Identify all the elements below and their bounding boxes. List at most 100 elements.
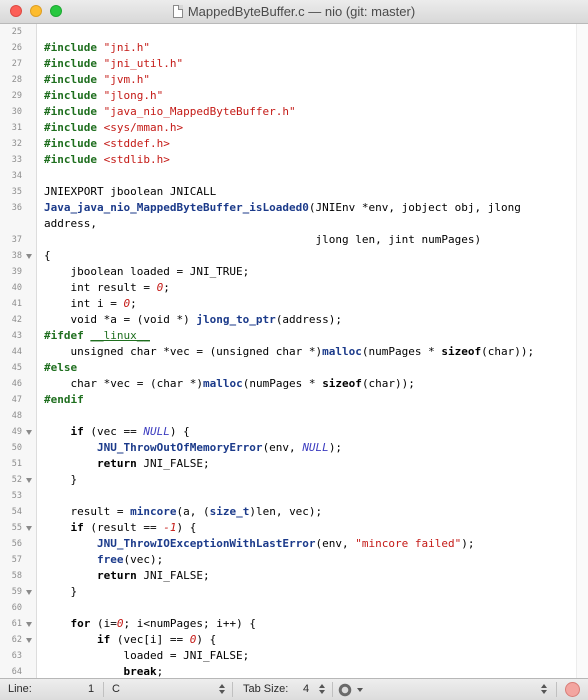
code-line[interactable]: 56 JNU_ThrowIOExceptionWithLastError(env… — [0, 536, 588, 552]
code-line[interactable]: 37 jlong len, jint numPages) — [0, 232, 588, 248]
code-line[interactable]: 40 int result = 0; — [0, 280, 588, 296]
line-number: 50 — [11, 443, 22, 453]
line-number: 34 — [11, 171, 22, 181]
code-line[interactable]: 61 for (i=0; i<numPages; i++) { — [0, 616, 588, 632]
line-number: 48 — [11, 411, 22, 421]
code-line[interactable]: 41 int i = 0; — [0, 296, 588, 312]
fold-triangle-icon[interactable] — [26, 430, 32, 435]
code-text: JNU_ThrowOutOfMemoryError(env, NULL); — [96, 441, 343, 454]
code-line[interactable]: address, — [0, 216, 588, 232]
tab-size-stepper-icon[interactable] — [318, 683, 326, 696]
record-icon[interactable] — [565, 682, 580, 697]
code-text: { — [44, 249, 51, 262]
code-line[interactable]: 32 #include <stddef.h> — [0, 136, 588, 152]
line-number: 41 — [11, 299, 22, 309]
line-number: 30 — [11, 107, 22, 117]
code-line[interactable]: 46 char *vec = (char *)malloc(numPages *… — [0, 376, 588, 392]
code-line[interactable]: 53 — [0, 488, 588, 504]
window-title-area: MappedByteBuffer.c — nio (git: master) — [0, 4, 588, 19]
divider — [232, 682, 233, 697]
code-line[interactable]: 35 JNIEXPORT jboolean JNICALL — [0, 184, 588, 200]
code-line[interactable]: 59 } — [0, 584, 588, 600]
code-line[interactable]: 29 #include "jlong.h" — [0, 88, 588, 104]
code-line[interactable]: 27 #include "jni_util.h" — [0, 56, 588, 72]
fold-triangle-icon[interactable] — [26, 638, 32, 643]
fold-triangle-icon[interactable] — [26, 526, 32, 531]
fold-triangle-icon[interactable] — [26, 622, 32, 627]
code-text: break; — [123, 665, 164, 678]
fold-triangle-icon[interactable] — [26, 590, 32, 595]
code-line[interactable]: 43 #ifdef __linux__ — [0, 328, 588, 344]
line-number: 53 — [11, 491, 22, 501]
code-line[interactable]: 31 #include <sys/mman.h> — [0, 120, 588, 136]
gear-icon[interactable] — [337, 682, 353, 698]
code-text: unsigned char *vec = (unsigned char *)ma… — [44, 345, 535, 358]
code-line[interactable]: 47 #endif — [0, 392, 588, 408]
language-stepper-icon[interactable] — [218, 683, 226, 696]
vertical-scrollbar[interactable] — [576, 24, 588, 678]
code-line[interactable]: 50 JNU_ThrowOutOfMemoryError(env, NULL); — [0, 440, 588, 456]
line-number: 27 — [11, 59, 22, 69]
code-text: int i = 0; — [44, 297, 137, 310]
line-number: 56 — [11, 539, 22, 549]
line-number: 61 — [11, 619, 22, 629]
code-text: #include "jvm.h" — [44, 73, 150, 86]
window-title: MappedByteBuffer.c — nio (git: master) — [187, 4, 416, 19]
code-line[interactable]: 52 } — [0, 472, 588, 488]
code-text: #include <sys/mman.h> — [44, 121, 184, 134]
line-number: 55 — [11, 523, 22, 533]
tab-size-label: Tab Size: — [243, 683, 289, 695]
code-line[interactable]: 44 unsigned char *vec = (unsigned char *… — [0, 344, 588, 360]
code-line[interactable]: 39 jboolean loaded = JNI_TRUE; — [0, 264, 588, 280]
code-line[interactable]: 62 if (vec[i] == 0) { — [0, 632, 588, 648]
code-line[interactable]: 64 break; — [0, 664, 588, 678]
line-number: 28 — [11, 75, 22, 85]
code-line[interactable]: 49 if (vec == NULL) { — [0, 424, 588, 440]
code-line[interactable]: 38 { — [0, 248, 588, 264]
divider — [103, 682, 104, 697]
code-line[interactable]: 45 #else — [0, 360, 588, 376]
code-line[interactable]: 28 #include "jvm.h" — [0, 72, 588, 88]
code-line[interactable]: 55 if (result == -1) { — [0, 520, 588, 536]
code-line[interactable]: 54 result = mincore(a, (size_t)len, vec)… — [0, 504, 588, 520]
code-line[interactable]: 36 Java_java_nio_MappedByteBuffer_isLoade… — [0, 200, 588, 216]
code-line[interactable]: 51 return JNI_FALSE; — [0, 456, 588, 472]
code-text: #include "java_nio_MappedByteBuffer.h" — [44, 105, 296, 118]
code-text: if (vec[i] == 0) { — [96, 633, 217, 646]
code-text: for (i=0; i<numPages; i++) { — [70, 617, 256, 630]
code-line[interactable]: 63 loaded = JNI_FALSE; — [0, 648, 588, 664]
code-line[interactable]: 42 void *a = (void *) jlong_to_ptr(addre… — [0, 312, 588, 328]
code-text: } — [44, 585, 78, 598]
title-bar: MappedByteBuffer.c — nio (git: master) — [0, 0, 588, 24]
line-number: 49 — [11, 427, 22, 437]
code-line[interactable]: 57 free(vec); — [0, 552, 588, 568]
line-number: 25 — [11, 27, 22, 37]
code-line[interactable]: 48 — [0, 408, 588, 424]
line-number-value[interactable]: 1 — [88, 683, 94, 695]
code-line[interactable]: 25 — [0, 24, 588, 40]
line-number: 32 — [11, 139, 22, 149]
code-line[interactable]: 30 #include "java_nio_MappedByteBuffer.h" — [0, 104, 588, 120]
document-icon[interactable] — [172, 5, 183, 18]
line-number: 38 — [11, 251, 22, 261]
line-number: 64 — [11, 667, 22, 677]
fold-triangle-icon[interactable] — [26, 254, 32, 259]
code-text: void *a = (void *) jlong_to_ptr(address)… — [44, 313, 343, 326]
code-line[interactable]: 34 — [0, 168, 588, 184]
fold-triangle-icon[interactable] — [26, 478, 32, 483]
language-selector[interactable]: C — [112, 683, 120, 695]
symbol-stepper-icon[interactable] — [540, 683, 548, 696]
tab-size-value[interactable]: 4 — [303, 683, 309, 695]
code-text: #else — [44, 361, 78, 374]
code-line[interactable]: 58 return JNI_FALSE; — [0, 568, 588, 584]
line-number: 42 — [11, 315, 22, 325]
code-line[interactable]: 33 #include <stdlib.h> — [0, 152, 588, 168]
code-editor[interactable]: 25 26 #include "jni.h" 27 #include "jni_util… — [0, 24, 588, 678]
line-number: 45 — [11, 363, 22, 373]
code-line[interactable]: 60 — [0, 600, 588, 616]
code-text: #include <stddef.h> — [44, 137, 170, 150]
line-number: 36 — [11, 203, 22, 213]
chevron-down-icon[interactable] — [357, 688, 363, 692]
line-number: 63 — [11, 651, 22, 661]
code-line[interactable]: 26 #include "jni.h" — [0, 40, 588, 56]
